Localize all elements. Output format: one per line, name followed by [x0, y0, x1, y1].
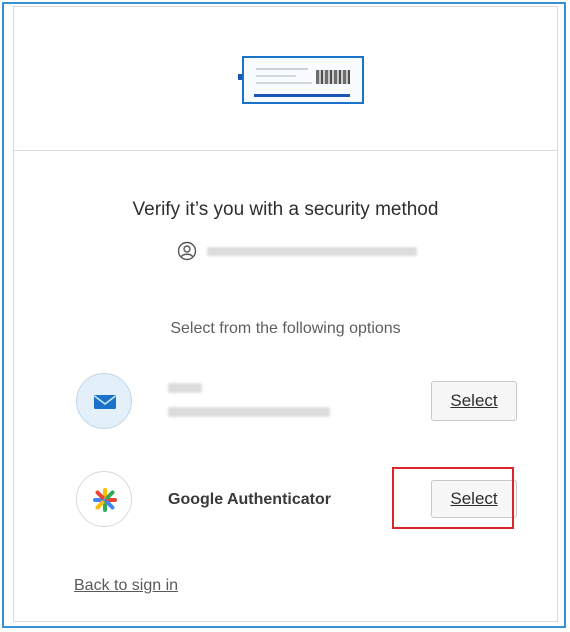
method-email: Select [76, 373, 517, 433]
window-frame: Verify it’s you with a security method S… [2, 2, 566, 628]
redacted-method-label [168, 383, 202, 393]
redacted-email [207, 247, 417, 256]
options-subtitle: Select from the following options [170, 320, 401, 337]
email-envelope-icon [76, 373, 132, 429]
header-divider [14, 150, 557, 151]
verify-card: Verify it’s you with a security method S… [13, 6, 558, 622]
page-title: Verify it’s you with a security method [132, 199, 439, 220]
back-to-sign-in-link[interactable]: Back to sign in [74, 577, 178, 595]
method-label: Google Authenticator [168, 491, 331, 508]
highlight-box [392, 467, 514, 529]
brand-logo [238, 56, 364, 104]
card-header [14, 7, 557, 150]
user-circle-icon [177, 241, 197, 261]
google-authenticator-icon [76, 471, 132, 527]
redacted-method-email [168, 407, 330, 417]
select-email-button[interactable]: Select [431, 381, 517, 421]
